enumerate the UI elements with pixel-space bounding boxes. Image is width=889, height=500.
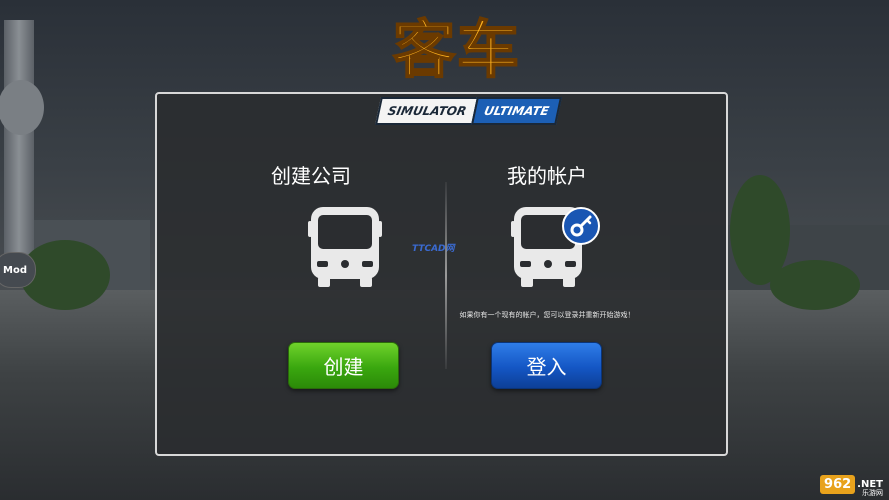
create-company-title: 创建公司 (271, 164, 351, 188)
background-tree (770, 260, 860, 310)
watermark-number: 962 (820, 475, 856, 494)
login-button[interactable]: 登入 (491, 342, 602, 389)
mod-button[interactable]: Mod (0, 252, 36, 288)
game-logo-badge: SIMULATOR ULTIMATE (375, 97, 562, 125)
bus-front-icon (308, 207, 382, 287)
my-account-title: 我的帐户 (507, 164, 587, 188)
tv-tower (0, 20, 44, 270)
account-dialog: 创建公司 创建 TTCAD网 我的帐户 如果你有一个现有的帐户，您可以登录并重新… (155, 92, 728, 456)
login-hint-text: 如果你有一个现有的帐户，您可以登录并重新开始游戏！ (459, 311, 635, 319)
logo-ultimate-text: ULTIMATE (471, 97, 562, 125)
game-logo-title: 客车 (392, 12, 521, 87)
ttcad-watermark: TTCAD网 (412, 244, 455, 254)
watermark-subtitle: 乐游网 (862, 489, 883, 497)
panel-divider (445, 182, 447, 369)
key-icon (562, 207, 600, 245)
create-button[interactable]: 创建 (288, 342, 399, 389)
logo-simulator-text: SIMULATOR (375, 97, 478, 125)
